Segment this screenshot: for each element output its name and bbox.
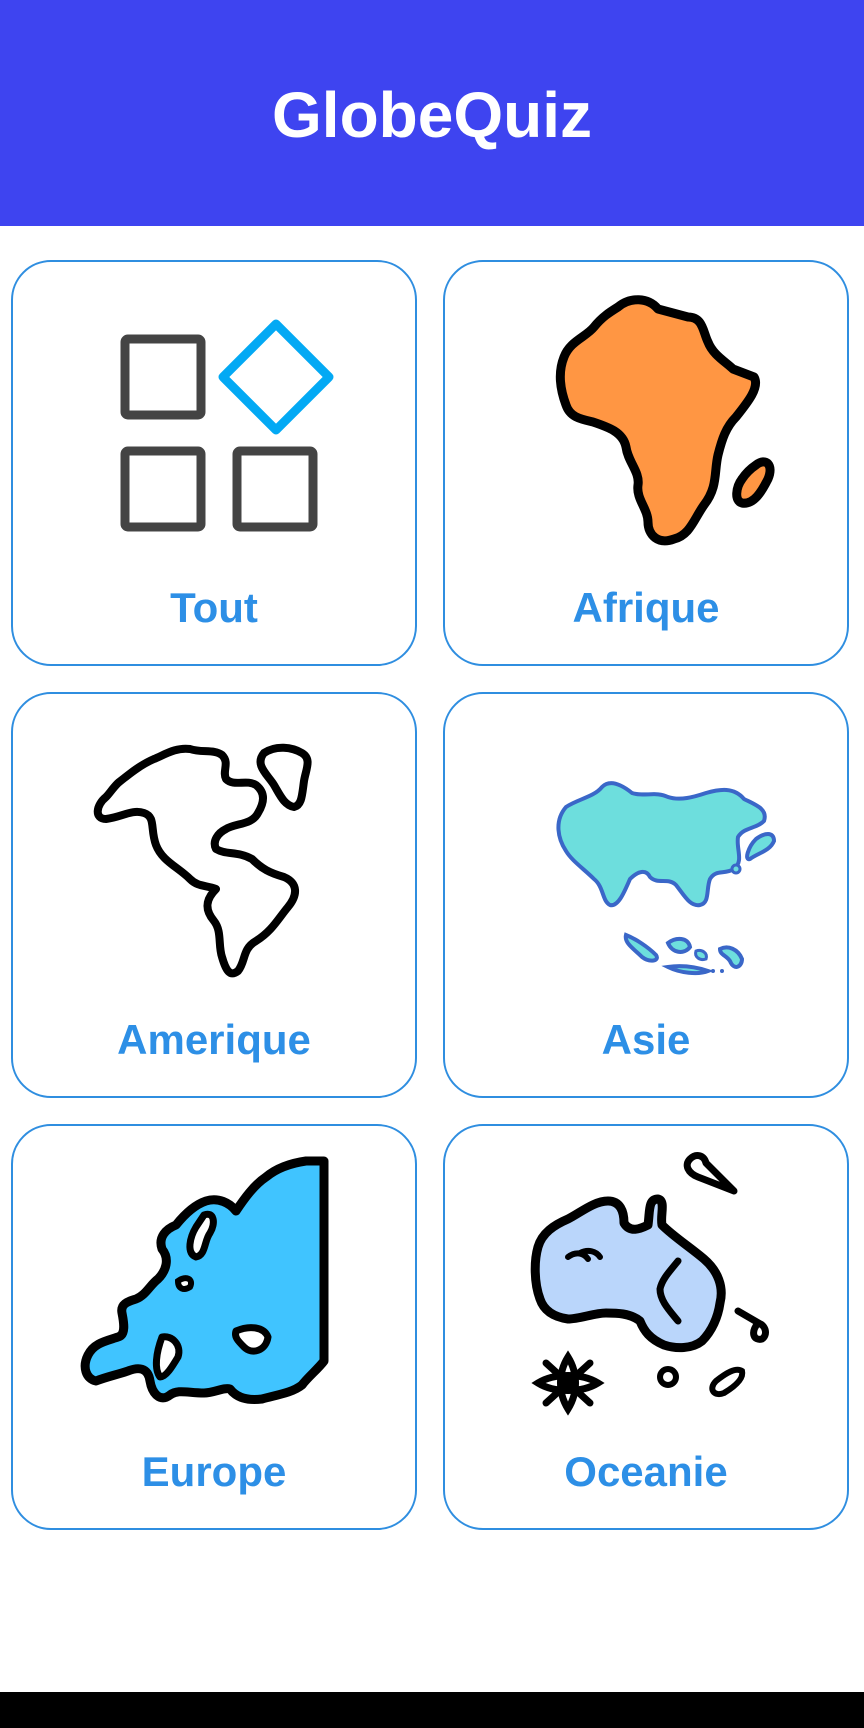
category-label: Oceanie [564,1448,728,1495]
oceania-map-icon [498,1141,798,1441]
grid-icon [66,277,366,577]
app-title: GlobeQuiz [272,79,592,151]
app-bar: GlobeQuiz [0,0,864,226]
category-card-oceanie[interactable]: Oceanie [443,1124,849,1530]
category-card-amerique[interactable]: Amerique [11,692,417,1098]
category-label: Amerique [117,1016,311,1063]
category-label: Asie [601,1016,691,1063]
category-label: Afrique [572,584,720,631]
category-card-europe[interactable]: Europe [11,1124,417,1530]
category-label: Tout [170,584,258,631]
america-map-icon [66,709,366,1009]
category-card-asie[interactable]: Asie [443,692,849,1098]
category-label: Europe [141,1448,287,1495]
africa-map-icon [498,277,798,577]
category-card-tout[interactable]: Tout [11,260,417,666]
system-navigation-bar [0,1692,864,1728]
asia-map-icon [498,709,798,1009]
category-card-afrique[interactable]: Afrique [443,260,849,666]
europe-map-icon [66,1141,366,1441]
